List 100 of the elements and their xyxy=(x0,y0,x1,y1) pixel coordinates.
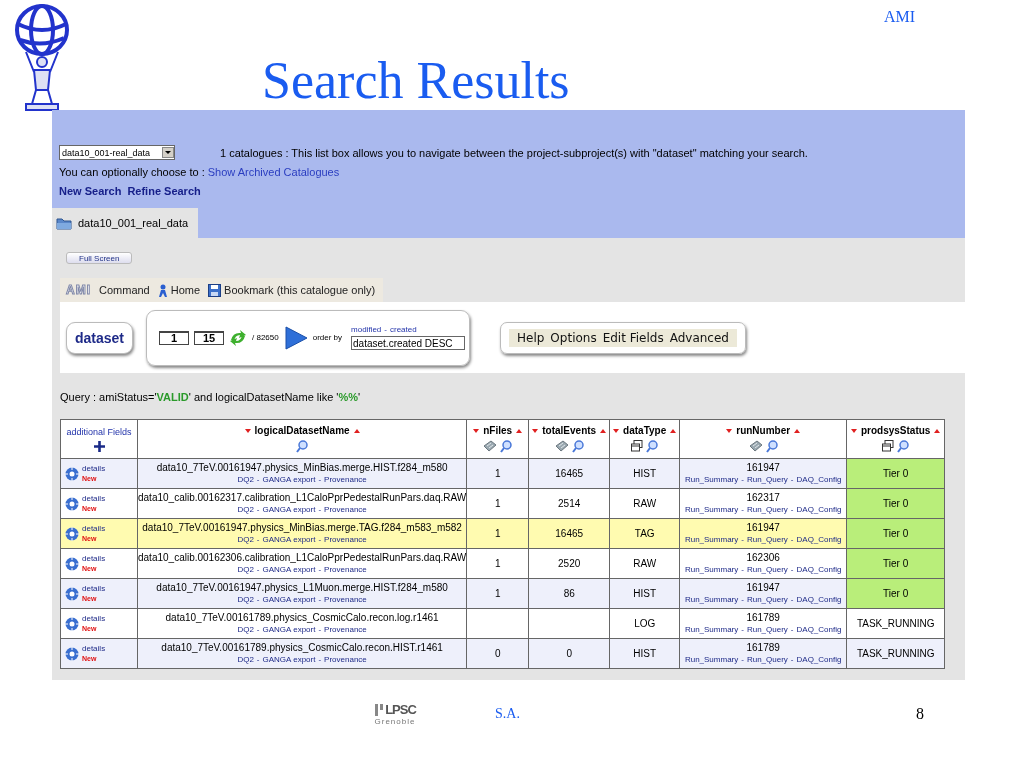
separator: - xyxy=(741,593,744,606)
dataset-link[interactable]: GANGA export xyxy=(262,533,316,546)
run-link[interactable]: Run_Summary xyxy=(684,503,739,516)
order-link[interactable]: created xyxy=(390,325,417,334)
search-link[interactable]: New Search xyxy=(59,184,122,197)
run-link[interactable]: DAQ_Config xyxy=(796,503,842,516)
order-link[interactable]: modified xyxy=(351,325,382,334)
run-link[interactable]: Run_Summary xyxy=(684,533,739,546)
column-header[interactable]: totalEvents xyxy=(528,419,610,459)
dataset-link[interactable]: DQ2 xyxy=(237,473,254,486)
dataset-link[interactable]: DQ2 xyxy=(237,593,254,606)
dataset-link[interactable]: GANGA export xyxy=(262,503,316,516)
column-header[interactable]: additional Fields xyxy=(60,419,138,459)
separator: - xyxy=(741,563,744,576)
dataset-link[interactable]: GANGA export xyxy=(262,623,316,636)
menu-link[interactable]: Help xyxy=(517,330,545,345)
menu-link[interactable]: Edit Fields xyxy=(602,330,664,345)
toolbar-link[interactable]: Bookmark (this catalogue only) xyxy=(208,283,376,297)
order-field[interactable]: dataset.created DESC xyxy=(351,336,466,350)
dataset-link[interactable]: GANGA export xyxy=(262,653,316,666)
details-icon xyxy=(65,466,79,481)
dataset-link[interactable]: Provenance xyxy=(324,503,367,516)
menu-link[interactable]: Advanced xyxy=(669,330,729,345)
run-link[interactable]: Run_Summary xyxy=(684,593,739,606)
dataset-link[interactable]: Provenance xyxy=(324,473,367,486)
details-link[interactable]: details xyxy=(82,523,106,534)
run-link[interactable]: Run_Query xyxy=(746,593,788,606)
details-link[interactable]: details xyxy=(82,493,106,504)
details-link[interactable]: details xyxy=(82,643,106,654)
run-link[interactable]: Run_Summary xyxy=(684,653,739,666)
dataset-link[interactable]: Provenance xyxy=(324,533,367,546)
separator: - xyxy=(790,563,794,576)
run-link[interactable]: Run_Query xyxy=(746,653,788,666)
run-link[interactable]: DAQ_Config xyxy=(796,533,842,546)
run-link[interactable]: Run_Query xyxy=(746,563,788,576)
sort-up-icon xyxy=(516,428,523,433)
toolbar-link[interactable]: Home xyxy=(157,283,201,297)
sort-up-icon xyxy=(670,428,677,433)
toolbar-link[interactable]: Command xyxy=(99,284,150,296)
column-header[interactable]: nFiles xyxy=(466,419,529,459)
menu-link[interactable]: Options xyxy=(550,330,597,345)
separator: - xyxy=(790,593,794,606)
separator: - xyxy=(790,533,794,546)
range-to-field[interactable]: 15 xyxy=(194,330,224,345)
run-link[interactable]: DAQ_Config xyxy=(796,593,842,606)
dataset-name: data10_7TeV.00161947.physics_MinBias.merge.HIST.f284_m580 xyxy=(155,461,449,474)
column-header[interactable]: prodsysStatus xyxy=(846,419,945,459)
run-number: 161947 xyxy=(745,461,781,474)
calculator-icon xyxy=(483,440,498,452)
full-screen-button[interactable]: Full Screen xyxy=(66,252,133,264)
dataset-link[interactable]: Provenance xyxy=(324,593,367,606)
separator: - xyxy=(256,563,260,576)
run-link[interactable]: Run_Query xyxy=(746,623,788,636)
range-from-field[interactable]: 1 xyxy=(159,330,189,345)
dataset-link[interactable]: DQ2 xyxy=(237,653,254,666)
org-logo-text: LPSC xyxy=(385,702,416,717)
run-link[interactable]: DAQ_Config xyxy=(796,563,842,576)
dataset-link[interactable]: GANGA export xyxy=(262,593,316,606)
column-header[interactable]: logicalDatasetName xyxy=(137,419,467,459)
status-text: Tier 0 xyxy=(883,528,909,539)
details-link[interactable]: details xyxy=(82,463,106,474)
status-text: Tier 0 xyxy=(883,558,909,569)
search-link[interactable]: Refine Search xyxy=(127,184,201,197)
run-link[interactable]: Run_Query xyxy=(746,533,788,546)
dataset-name: data10_calib.00162306.calibration_L1CaloPprPedestalRunPars.daq.RAW xyxy=(138,551,467,564)
column-header[interactable]: runNumber xyxy=(679,419,847,459)
run-link[interactable]: DAQ_Config xyxy=(796,473,842,486)
run-link[interactable]: Run_Summary xyxy=(684,563,739,576)
status-text: TASK_RUNNING xyxy=(856,618,935,629)
details-link[interactable]: details xyxy=(82,613,106,624)
logo-mark-icon xyxy=(374,702,385,717)
dataset-link[interactable]: DQ2 xyxy=(237,503,254,516)
dataset-link[interactable]: DQ2 xyxy=(237,623,254,636)
dataset-link[interactable]: GANGA export xyxy=(262,563,316,576)
details-link[interactable]: details xyxy=(82,553,106,564)
table-cell: 1 xyxy=(494,588,501,599)
details-link[interactable]: details xyxy=(82,583,106,594)
archived-catalogues-link[interactable]: Show Archived Catalogues xyxy=(207,165,340,178)
run-link[interactable]: Run_Summary xyxy=(684,473,739,486)
run-link[interactable]: Run_Query xyxy=(746,473,788,486)
search-icon xyxy=(897,440,910,453)
run-link[interactable]: Run_Query xyxy=(746,503,788,516)
table-cell: TAG xyxy=(634,528,655,539)
dataset-link[interactable]: GANGA export xyxy=(262,473,316,486)
dataset-link[interactable]: Provenance xyxy=(324,563,367,576)
dataset-link[interactable]: DQ2 xyxy=(237,563,254,576)
dataset-link[interactable]: DQ2 xyxy=(237,533,254,546)
search-icon xyxy=(646,440,659,453)
dataset-name: data10_calib.00162317.calibration_L1CaloPprPedestalRunPars.daq.RAW xyxy=(138,491,467,504)
run-link[interactable]: Run_Summary xyxy=(684,623,739,636)
dataset-button[interactable]: dataset xyxy=(66,321,133,354)
dataset-link[interactable]: Provenance xyxy=(324,623,367,636)
run-link[interactable]: DAQ_Config xyxy=(796,623,842,636)
table-cell: 16465 xyxy=(555,468,584,479)
catalogue-select[interactable]: data10_001-real_data xyxy=(59,145,175,160)
dataset-name: data10_7TeV.00161947.physics_L1Muon.merge.HIST.f284_m580 xyxy=(155,581,449,594)
run-link[interactable]: DAQ_Config xyxy=(796,653,842,666)
column-header[interactable]: dataType xyxy=(609,419,680,459)
dataset-link[interactable]: Provenance xyxy=(324,653,367,666)
catalogue-tab[interactable]: data10_001_real_data xyxy=(52,208,199,238)
